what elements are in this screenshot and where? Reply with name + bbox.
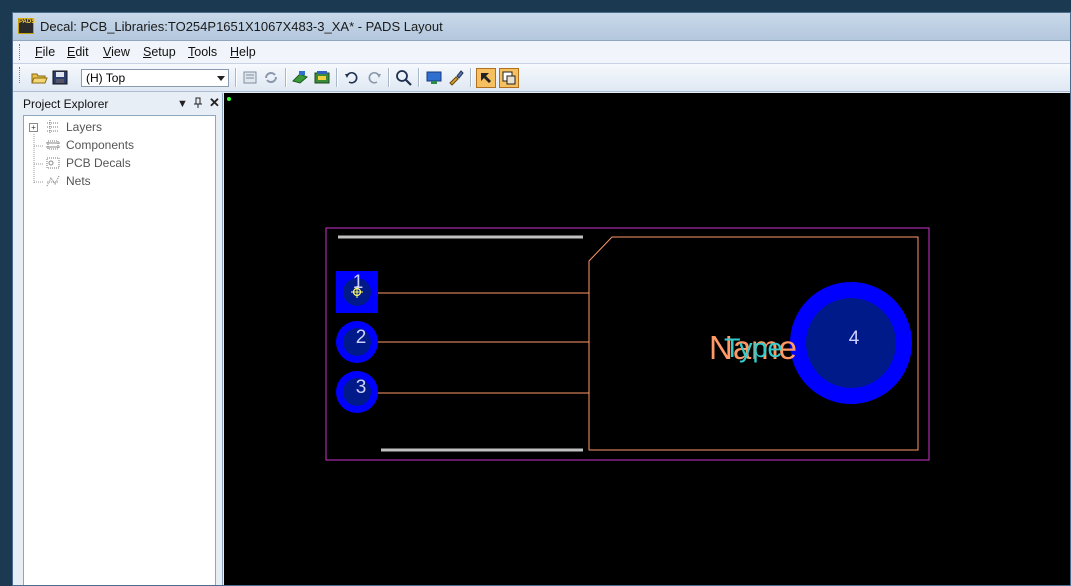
refresh-icon[interactable] [262, 69, 280, 86]
tree-item-label: PCB Decals [66, 156, 131, 170]
toolbar-separator [418, 68, 420, 87]
wizard-icon[interactable] [291, 69, 309, 86]
toggle-b-icon[interactable] [499, 68, 519, 88]
tree-connectors [33, 134, 44, 184]
menu-help-label: elp [239, 45, 256, 59]
menu-help[interactable]: Help [230, 45, 256, 59]
title-bar[interactable]: PADS Decal: PCB_Libraries:TO254P1651X106… [13, 13, 1070, 41]
redo-icon[interactable] [365, 69, 383, 86]
pad-3-number: 3 [356, 377, 367, 398]
menu-view-mnemonic: V [103, 45, 112, 59]
pad-2-number: 2 [356, 327, 367, 348]
menu-view-label: iew [111, 45, 130, 59]
pad-4-number: 4 [849, 328, 860, 349]
window-title: Decal: PCB_Libraries:TO254P1651X1067X483… [40, 19, 443, 34]
pad-1-number: 1 [353, 272, 364, 293]
toggle-a-icon[interactable] [476, 68, 496, 88]
toolbar-separator [235, 68, 237, 87]
open-icon[interactable] [30, 69, 48, 86]
part-type-label: Type [724, 333, 783, 363]
menu-tools[interactable]: Tools [188, 45, 217, 59]
undo-icon[interactable] [343, 69, 361, 86]
zoom-icon[interactable] [395, 69, 413, 86]
tree-item-label: Components [66, 138, 135, 152]
origin-marker [227, 97, 231, 101]
menu-setup[interactable]: Setup [143, 45, 176, 59]
toolbar-separator [336, 68, 338, 87]
toolbar-separator [388, 68, 390, 87]
pin-icon[interactable] [193, 97, 203, 112]
pcb-drawing: 1 2 3 4 Name Type [227, 97, 930, 461]
paint-icon[interactable] [447, 69, 465, 86]
toolbar: (H) Top [13, 64, 1070, 92]
explorer-header: Project Explorer ▼ ✕ [19, 95, 220, 113]
toolbar-separator [285, 68, 287, 87]
pane-menu-icon[interactable]: ▼ [177, 98, 188, 110]
menu-file-label: ile [42, 45, 56, 59]
tree-item-label: Nets [66, 174, 91, 188]
chevron-down-icon[interactable] [217, 76, 225, 81]
menu-help-mnemonic: H [230, 45, 240, 59]
pads-app-icon: PADS [18, 18, 36, 34]
save-icon[interactable] [51, 69, 69, 86]
explorer-title: Project Explorer [23, 97, 109, 111]
menu-file-mnemonic: F [35, 45, 43, 59]
app-window: PADS Decal: PCB_Libraries:TO254P1651X106… [12, 12, 1071, 586]
close-icon[interactable]: ✕ [209, 95, 220, 111]
properties-icon[interactable] [241, 69, 259, 86]
menu-edit-label: dit [75, 45, 89, 59]
menu-setup-label: etup [151, 45, 176, 59]
project-tree: + Layers Components PCB Decals Nets [23, 115, 216, 585]
toolbar-separator [470, 68, 472, 87]
pads-app-icon-label: PADS [19, 19, 36, 25]
decal-editor-icon[interactable] [313, 69, 331, 86]
menu-file[interactable]: File [35, 45, 55, 59]
menu-bar: File Edit View Setup Tools Help [13, 41, 1070, 64]
layer-select-value: (H) Top [86, 71, 126, 85]
menubar-grip[interactable] [19, 44, 22, 60]
menu-view[interactable]: View [103, 45, 130, 59]
pcb-canvas[interactable]: 1 2 3 4 Name Type [224, 93, 1070, 585]
project-explorer-pane: Project Explorer ▼ ✕ + Layers Components [13, 93, 223, 585]
toolbar-grip[interactable] [19, 67, 22, 83]
menu-edit[interactable]: Edit [67, 45, 89, 59]
tree-item-label: Layers [66, 120, 103, 134]
display-icon[interactable] [425, 69, 443, 86]
menu-tools-label: ools [194, 45, 218, 59]
layer-select[interactable]: (H) Top [81, 69, 229, 87]
